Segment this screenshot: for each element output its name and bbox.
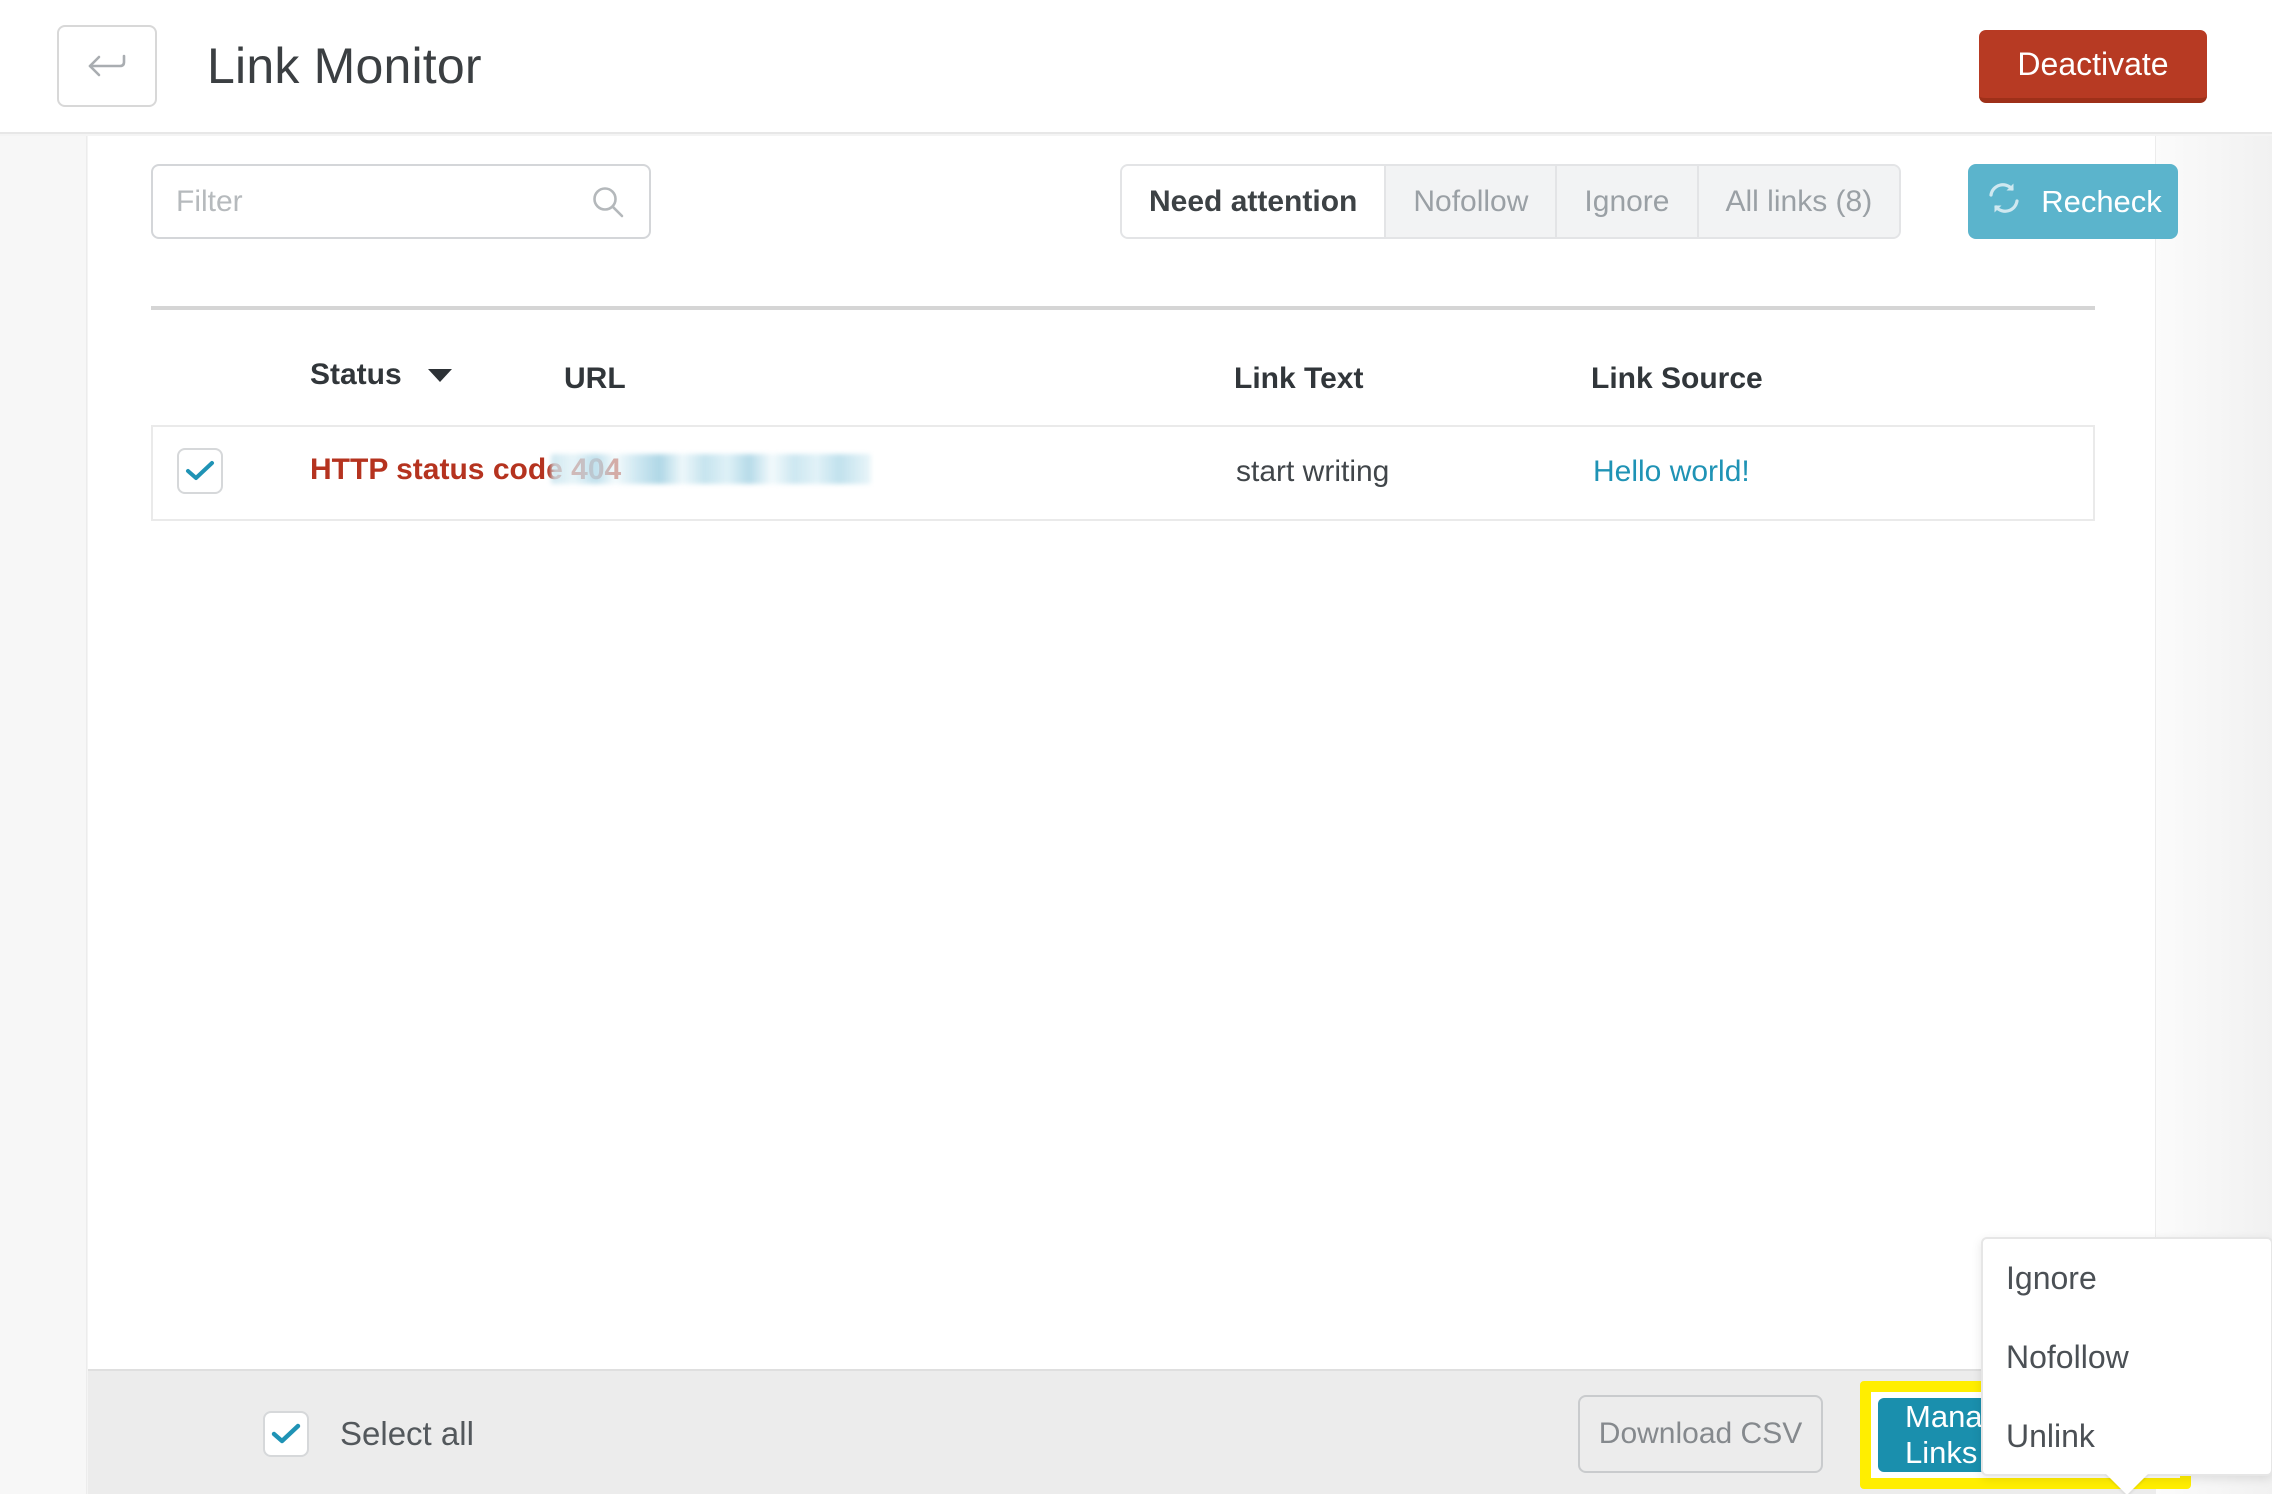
row-checkbox[interactable] [177,448,223,494]
column-header-status[interactable]: Status [310,358,454,392]
links-table: Status URL Link Text Link Source [151,332,2095,521]
row-url-redacted[interactable] [551,454,871,484]
tab-ignore[interactable]: Ignore [1557,166,1698,237]
app-header: Link Monitor Deactivate [0,0,2272,134]
tab-nofollow[interactable]: Nofollow [1386,166,1557,237]
filter-tabs: Need attention Nofollow Ignore All links… [1120,164,1901,239]
bulk-actions-footer: Select all Download CSV Manage Links [88,1369,2155,1494]
redacted-url-bar [551,454,871,484]
column-header-url[interactable]: URL [564,362,626,396]
table-header-row: Status URL Link Text Link Source [151,332,2095,425]
caret-down-icon [426,358,454,392]
recheck-button[interactable]: Recheck [1968,164,2178,239]
column-header-status-label: Status [310,358,402,392]
page-title: Link Monitor [207,37,482,95]
download-csv-button[interactable]: Download CSV [1578,1395,1823,1473]
toolbar-divider [151,306,2095,310]
select-all-label: Select all [340,1415,474,1453]
deactivate-button[interactable]: Deactivate [1979,30,2207,103]
content-panel: Need attention Nofollow Ignore All links… [88,136,2155,1494]
toolbar: Need attention Nofollow Ignore All links… [88,136,2155,308]
search-icon[interactable] [589,183,627,221]
row-link-text: start writing [1236,455,1389,489]
arrow-left-icon [86,50,128,82]
select-all-control[interactable]: Select all [263,1411,474,1457]
dropdown-item-unlink[interactable]: Unlink [1983,1397,2271,1476]
dropdown-item-ignore[interactable]: Ignore [1983,1239,2271,1318]
back-button[interactable] [57,25,157,107]
filter-field[interactable] [151,164,651,239]
column-header-link-source[interactable]: Link Source [1591,362,1763,396]
search-input[interactable] [153,166,589,237]
manage-links-dropdown: Ignore Nofollow Unlink [1981,1237,2272,1476]
row-link-source[interactable]: Hello world! [1593,455,1750,489]
link-monitor-page: Link Monitor Deactivate Need attention N… [0,0,2272,1494]
dropdown-item-nofollow[interactable]: Nofollow [1983,1318,2271,1397]
column-header-link-text[interactable]: Link Text [1234,362,1363,396]
tab-all-links[interactable]: All links (8) [1699,166,1900,237]
table-row: HTTP status code 404 start writing Hello… [151,425,2095,521]
left-rail [0,136,87,1494]
refresh-icon [1984,180,2024,224]
row-checkbox-cell [177,448,223,494]
tab-need-attention[interactable]: Need attention [1122,166,1386,237]
select-all-checkbox[interactable] [263,1411,309,1457]
dropdown-pointer [2105,1473,2149,1494]
recheck-label: Recheck [2041,184,2162,220]
